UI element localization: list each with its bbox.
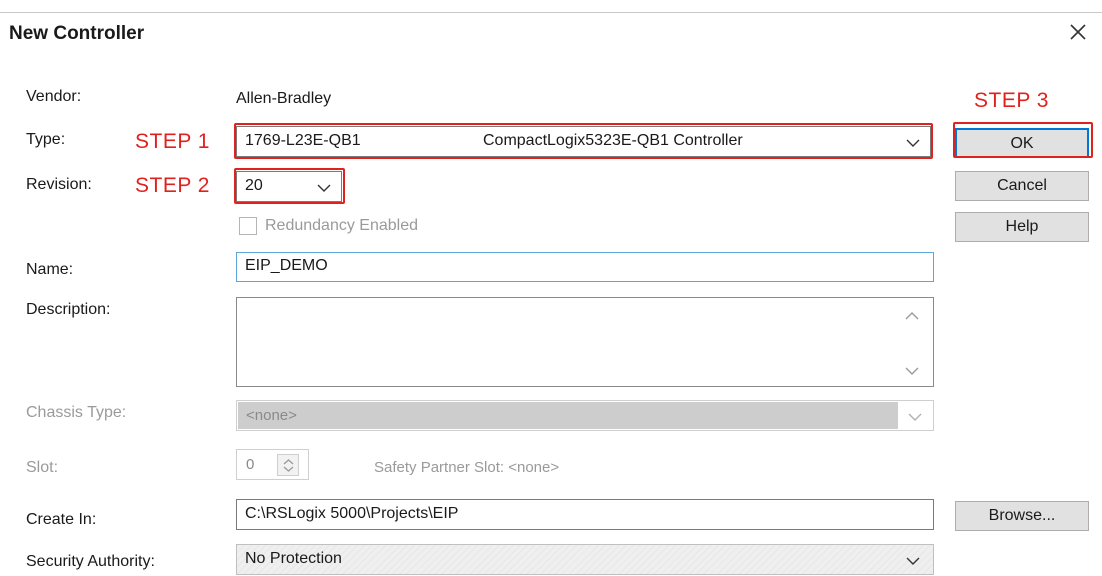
chevron-down-icon[interactable] — [907, 412, 923, 422]
description-textarea[interactable] — [236, 297, 934, 387]
step-1-annotation: STEP 1 — [135, 130, 210, 153]
help-button[interactable]: Help — [955, 212, 1089, 242]
create-in-value: C:\RSLogix 5000\Projects\EIP — [245, 505, 459, 522]
vendor-label: Vendor: — [26, 88, 82, 105]
scroll-up-icon[interactable] — [904, 311, 920, 321]
create-in-input[interactable]: C:\RSLogix 5000\Projects\EIP — [236, 499, 934, 530]
security-authority-value: No Protection — [245, 550, 342, 567]
redundancy-label: Redundancy Enabled — [265, 217, 419, 234]
scroll-down-icon[interactable] — [904, 366, 920, 376]
chevron-down-icon[interactable] — [905, 556, 921, 566]
close-icon[interactable] — [1066, 20, 1090, 44]
slot-value: 0 — [246, 456, 255, 473]
chassis-type-select[interactable]: <none> — [236, 400, 934, 431]
top-divider — [0, 12, 1102, 13]
revision-label: Revision: — [26, 176, 92, 193]
chassis-type-label: Chassis Type: — [26, 404, 127, 421]
step-1-highlight — [234, 123, 933, 159]
slot-spinner[interactable]: 0 — [236, 449, 309, 480]
spinner-arrows-icon[interactable] — [277, 454, 299, 476]
name-value: EIP_DEMO — [245, 257, 328, 274]
name-input[interactable]: EIP_DEMO — [236, 252, 934, 282]
create-in-label: Create In: — [26, 511, 97, 528]
security-authority-select[interactable]: No Protection — [236, 544, 934, 575]
dialog-title: New Controller — [9, 23, 145, 44]
chassis-type-value: <none> — [246, 407, 297, 424]
vendor-value: Allen-Bradley — [236, 90, 332, 107]
type-label: Type: — [26, 131, 66, 148]
step-2-highlight — [234, 168, 345, 204]
step-2-annotation: STEP 2 — [135, 174, 210, 197]
cancel-button[interactable]: Cancel — [955, 171, 1089, 201]
chassis-type-fill — [238, 402, 898, 429]
redundancy-checkbox[interactable] — [239, 217, 257, 235]
description-label: Description: — [26, 301, 111, 318]
security-authority-label: Security Authority: — [26, 553, 155, 570]
slot-label: Slot: — [26, 459, 59, 476]
name-label: Name: — [26, 261, 74, 278]
safety-partner-slot-text: Safety Partner Slot: <none> — [374, 459, 560, 476]
step-3-highlight — [953, 122, 1093, 158]
step-3-annotation: STEP 3 — [974, 89, 1049, 112]
browse-button[interactable]: Browse... — [955, 501, 1089, 531]
